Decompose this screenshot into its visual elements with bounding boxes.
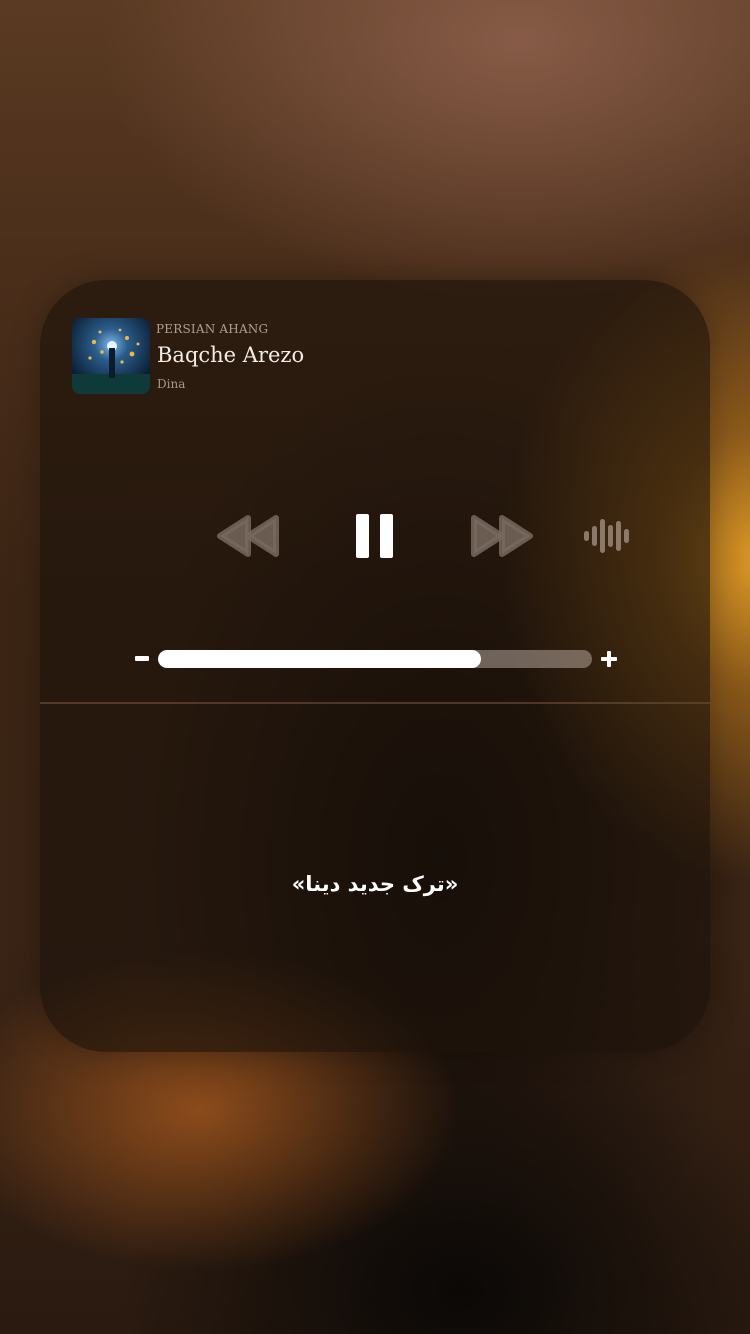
volume-slider-fill — [158, 650, 482, 668]
audio-output-button[interactable] — [582, 516, 634, 556]
rewind-icon — [217, 515, 279, 557]
fast-forward-icon — [471, 515, 533, 557]
track-title: Baqche Arezo — [157, 343, 305, 367]
pause-icon — [356, 514, 393, 558]
volume-slider[interactable] — [158, 650, 592, 668]
rewind-button[interactable] — [214, 512, 282, 560]
album-artwork[interactable] — [72, 318, 150, 394]
section-divider — [40, 702, 710, 704]
audio-waveform-icon — [584, 519, 629, 553]
pause-button[interactable] — [354, 512, 398, 560]
now-playing-widget: PERSIAN AHANG Baqche Arezo Dina «ترک جدی… — [40, 280, 710, 1052]
volume-plus-icon — [601, 651, 617, 667]
fast-forward-button[interactable] — [468, 512, 536, 560]
volume-minus-icon — [135, 656, 149, 661]
track-artist: Dina — [157, 377, 186, 391]
caption-text: «ترک جدید دینا» — [291, 872, 459, 896]
source-app-label: PERSIAN AHANG — [156, 322, 269, 336]
